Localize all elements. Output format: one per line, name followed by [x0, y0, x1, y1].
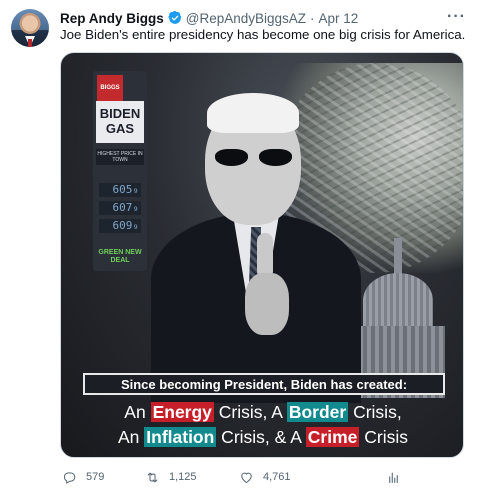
separator-dot: · — [310, 10, 315, 26]
gas-sign-brand-line2: GAS — [105, 121, 135, 136]
tweet-text: Joe Biden's entire presidency has become… — [60, 27, 466, 42]
tweet-actions: 579 1,125 4,761 — [60, 467, 464, 487]
retweet-icon — [147, 472, 158, 482]
analytics-button[interactable] — [386, 467, 410, 487]
reply-icon — [64, 471, 76, 484]
gas-sign-footer: GREEN NEW DEAL — [98, 249, 142, 264]
gas-price: 605₉ — [99, 183, 141, 197]
crisis-text: Crisis — [359, 427, 408, 447]
tweet-header: Rep Andy Biggs @RepAndyBiggsAZ · Apr 12 — [60, 9, 358, 27]
highlight-energy: Energy — [150, 402, 214, 422]
sunglasses-graphic — [215, 149, 293, 167]
analytics-icon — [389, 472, 398, 483]
crisis-text: An — [124, 402, 151, 422]
reply-button[interactable]: 579 — [62, 467, 104, 487]
author-name[interactable]: Rep Andy Biggs — [60, 11, 164, 26]
crisis-text: An — [117, 427, 145, 447]
crisis-text: Crisis, — [348, 402, 402, 422]
retweet-button[interactable]: 1,125 — [145, 467, 197, 487]
avatar-tie — [28, 39, 32, 47]
highlight-crime: Crime — [305, 427, 360, 447]
like-icon — [241, 472, 252, 483]
person-graphic — [141, 93, 371, 403]
highlight-border: Border — [286, 402, 349, 422]
crisis-line-1: An Energy Crisis, A Border Crisis, — [61, 402, 463, 423]
more-icon[interactable]: ··· — [447, 8, 466, 26]
tweet-date[interactable]: Apr 12 — [319, 11, 359, 26]
crisis-text: Crisis, & A — [216, 427, 306, 447]
gas-price: 607₉ — [99, 201, 141, 215]
avatar[interactable] — [11, 9, 49, 47]
author-handle[interactable]: @RepAndyBiggsAZ — [186, 11, 306, 26]
gas-sign-brand: BIDEN GAS — [96, 101, 144, 143]
like-button[interactable]: 4,761 — [239, 467, 291, 487]
like-count: 4,761 — [263, 471, 291, 483]
crisis-line-2: An Inflation Crisis, & A Crime Crisis — [61, 427, 463, 448]
gas-sign-price-label: HIGHEST PRICE IN TOWN — [96, 149, 144, 165]
crisis-text: Crisis, A — [213, 402, 287, 422]
tweet[interactable]: Rep Andy Biggs @RepAndyBiggsAZ · Apr 12 … — [0, 0, 480, 494]
verified-badge-icon — [167, 11, 181, 24]
reply-count: 579 — [86, 471, 105, 483]
tweet-image[interactable]: BIGGS BIDEN GAS HIGHEST PRICE IN TOWN 60… — [60, 52, 464, 458]
biggs-logo: BIGGS — [97, 75, 123, 101]
image-banner: Since becoming President, Biden has crea… — [83, 373, 445, 395]
gas-sign-graphic: BIGGS BIDEN GAS HIGHEST PRICE IN TOWN 60… — [93, 71, 147, 271]
retweet-count: 1,125 — [169, 471, 197, 483]
gas-price: 609₉ — [99, 219, 141, 233]
gas-sign-brand-line1: BIDEN — [99, 106, 141, 121]
highlight-inflation: Inflation — [144, 427, 217, 447]
